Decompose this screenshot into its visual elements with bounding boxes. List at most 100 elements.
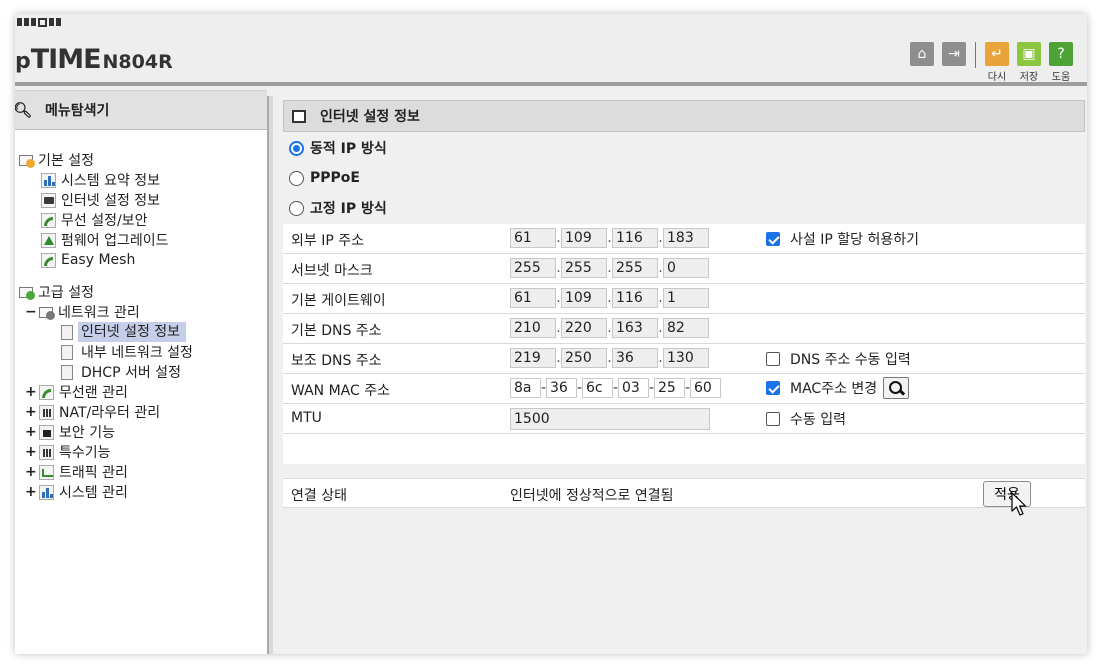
row-gateway: 기본 게이트웨이 61. 109. 116. 1 (283, 284, 1085, 314)
radio-dynamic-ip[interactable] (289, 140, 304, 156)
ip-octet: 183 (663, 228, 709, 248)
tree-item-label: 무선 설정/보안 (61, 213, 148, 229)
tree-group-network[interactable]: − 네트워크 관리 (25, 302, 140, 322)
brand-prefix: p (15, 49, 31, 74)
expand-toggle[interactable]: + (25, 384, 37, 400)
tree-group-security[interactable]: + 보안 기능 (25, 422, 115, 442)
checkbox-label: 수동 입력 (790, 412, 846, 428)
window-icon (292, 109, 306, 123)
tree-group-traffic[interactable]: + 트래픽 관리 (25, 462, 128, 482)
special-features-icon (39, 444, 54, 460)
logout-button[interactable]: ⇥ (942, 42, 966, 66)
checkbox-label: MAC주소 변경 (790, 381, 878, 397)
wifi-icon (39, 384, 54, 400)
mode-pppoe[interactable]: PPPoE (289, 168, 360, 188)
tree-item-firmware-upgrade[interactable]: 펌웨어 업그레이드 (41, 230, 169, 250)
folder-network-icon (39, 306, 55, 320)
radio-pppoe[interactable] (289, 170, 304, 186)
ip-octet: 250 (561, 348, 607, 368)
private-ip-option[interactable]: 사설 IP 할당 허용하기 (766, 229, 919, 249)
restart-label: 다시 (987, 72, 1007, 83)
logo-dots-icon (17, 18, 61, 27)
mac-part-input[interactable]: 60 (690, 378, 721, 398)
tree-item-system-summary[interactable]: 시스템 요약 정보 (41, 170, 160, 190)
tree-item-network-internet-settings[interactable]: 인터넷 설정 정보 (61, 322, 187, 342)
ip-octet: 210 (510, 318, 556, 338)
tree-item-label: 펌웨어 업그레이드 (61, 233, 169, 249)
menu-explorer-title: 메뉴탐색기 (45, 103, 110, 119)
tree-group-label: 고급 설정 (38, 285, 94, 301)
brand-time: TIME (30, 44, 102, 75)
ip-octet: 61 (510, 288, 556, 308)
tree-item-internet-settings[interactable]: 인터넷 설정 정보 (41, 190, 160, 210)
tree-group-nat-router[interactable]: + NAT/라우터 관리 (25, 402, 160, 422)
mtu-manual-option[interactable]: 수동 입력 (766, 409, 846, 429)
expand-toggle[interactable]: + (25, 424, 37, 440)
tree-item-label: Easy Mesh (61, 252, 136, 268)
mtu-manual-checkbox[interactable] (766, 412, 780, 426)
magnifier-icon: 🔍︎ (15, 101, 33, 119)
tree-group-special[interactable]: + 특수기능 (25, 442, 111, 462)
mac-search-button[interactable] (883, 377, 910, 399)
tree-item-lan-settings[interactable]: 내부 네트워크 설정 (61, 342, 193, 362)
field-label: 기본 DNS 주소 (291, 323, 382, 339)
radio-static-ip[interactable] (289, 200, 304, 216)
network-icon (41, 192, 56, 208)
expand-toggle[interactable]: + (25, 464, 37, 480)
panel-splitter[interactable] (267, 96, 273, 654)
mode-dynamic-ip[interactable]: 동적 IP 방식 (289, 138, 387, 158)
save-button[interactable]: ▣ 저장 (1017, 42, 1041, 83)
tree-item-label: 내부 네트워크 설정 (81, 345, 193, 361)
connection-status-text: 인터넷에 정상적으로 연결됨 (510, 488, 674, 504)
field-label: MTU (291, 410, 322, 426)
mac-part-input[interactable]: 6c (582, 378, 613, 398)
field-label: 연결 상태 (291, 488, 347, 504)
tree-group-label: 무선랜 관리 (59, 385, 128, 401)
tree-group-label: 시스템 관리 (59, 485, 128, 501)
home-button[interactable]: ⌂ (910, 42, 934, 66)
mode-static-ip[interactable]: 고정 IP 방식 (289, 198, 387, 218)
tree-item-easy-mesh[interactable]: Easy Mesh (41, 250, 135, 270)
expand-toggle[interactable]: + (25, 444, 37, 460)
tree-group-label: 기본 설정 (38, 153, 94, 169)
tree-group-label: 트래픽 관리 (59, 465, 128, 481)
checkbox-label: 사설 IP 할당 허용하기 (790, 232, 919, 248)
tree-item-label: DHCP 서버 설정 (81, 365, 181, 381)
tree-item-wireless-security[interactable]: 무선 설정/보안 (41, 210, 147, 230)
wan-mac-input: 8a - 36- 6c - 03- 25- 60 (510, 378, 721, 398)
tree-group-advanced[interactable]: 고급 설정 (19, 282, 94, 302)
mac-change-option[interactable]: MAC주소 변경 (766, 377, 910, 399)
tree-group-wireless-lan[interactable]: + 무선랜 관리 (25, 382, 128, 402)
tree-group-system[interactable]: + 시스템 관리 (25, 482, 128, 502)
header: pTIME N804R ⌂ ⇥ ↵ 다시 ▣ 저장 ? 도움 (15, 14, 1087, 86)
brand-model: N804R (102, 51, 173, 73)
tree-group-basic[interactable]: 기본 설정 (19, 150, 94, 170)
radio-label: PPPoE (310, 170, 360, 186)
mtu-input: 1500 (510, 408, 710, 430)
dns-manual-option[interactable]: DNS 주소 수동 입력 (766, 349, 911, 369)
tree-item-dhcp-settings[interactable]: DHCP 서버 설정 (61, 362, 181, 382)
mac-part-input[interactable]: 8a (510, 378, 541, 398)
help-button[interactable]: ? 도움 (1049, 42, 1073, 83)
secondary-dns-input: 219. 250. 36. 130 (510, 348, 709, 368)
panel-header: 인터넷 설정 정보 (283, 100, 1085, 132)
mac-part-input[interactable]: 03 (618, 378, 649, 398)
mac-change-checkbox[interactable] (766, 381, 780, 395)
mac-part-input[interactable]: 25 (654, 378, 685, 398)
mac-part-input[interactable]: 36 (546, 378, 577, 398)
menu-explorer-header: 🔍︎ 메뉴탐색기 (15, 90, 267, 130)
ip-octet: 163 (612, 318, 658, 338)
ip-octet: 116 (612, 228, 658, 248)
router-admin-window: pTIME N804R ⌂ ⇥ ↵ 다시 ▣ 저장 ? 도움 🔍︎ 메뉴탐색기 … (15, 14, 1087, 654)
router-icon (39, 404, 54, 420)
collapse-toggle[interactable]: − (25, 304, 37, 320)
restart-button[interactable]: ↵ 다시 (985, 42, 1009, 83)
dns-manual-checkbox[interactable] (766, 352, 780, 366)
row-wan-ip: 외부 IP 주소 61. 109. 116. 183 사설 IP 할당 허용하기 (283, 224, 1085, 254)
expand-toggle[interactable]: + (25, 404, 37, 420)
home-icon: ⌂ (910, 42, 934, 66)
restart-icon: ↵ (985, 42, 1009, 66)
tree-item-label: 시스템 요약 정보 (61, 173, 161, 189)
private-ip-checkbox[interactable] (766, 232, 780, 246)
expand-toggle[interactable]: + (25, 484, 37, 500)
